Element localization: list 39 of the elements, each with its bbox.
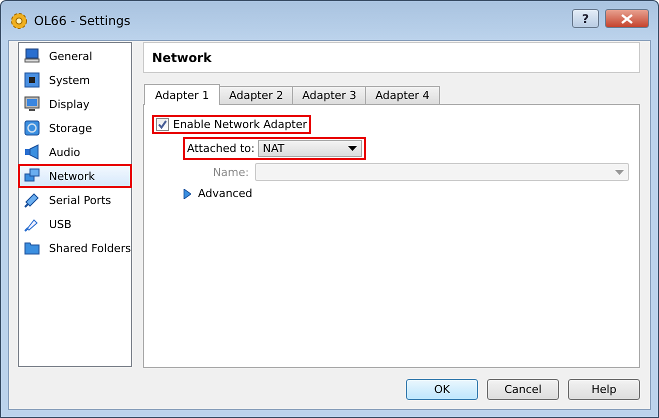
advanced-toggle[interactable]: Advanced bbox=[183, 187, 252, 200]
window-title: OL66 - Settings bbox=[34, 13, 132, 28]
close-button[interactable] bbox=[605, 9, 649, 28]
check-icon bbox=[158, 120, 167, 129]
category-icon bbox=[24, 144, 40, 160]
dialog-button[interactable]: OK bbox=[406, 379, 478, 400]
sidebar-item[interactable]: General bbox=[18, 44, 132, 68]
dropdown-arrow-icon bbox=[348, 146, 357, 151]
field-label: Attached to: bbox=[187, 142, 255, 155]
sidebar-item[interactable]: Serial Ports bbox=[18, 188, 132, 212]
category-icon bbox=[24, 168, 40, 184]
sidebar-item[interactable]: System bbox=[18, 68, 132, 92]
page-title: Network bbox=[143, 42, 640, 73]
category-icon bbox=[24, 240, 40, 256]
sidebar-item[interactable]: Storage bbox=[18, 116, 132, 140]
attached-to-dropdown[interactable]: NAT bbox=[258, 140, 362, 157]
close-icon bbox=[621, 14, 633, 24]
gear-icon bbox=[10, 12, 28, 30]
expand-arrow-icon bbox=[183, 188, 191, 198]
sidebar-item[interactable]: Shared Folders bbox=[18, 236, 132, 260]
category-icon bbox=[24, 96, 40, 112]
dropdown-arrow-icon bbox=[615, 170, 624, 174]
tab[interactable]: Adapter 4 bbox=[365, 86, 440, 104]
dialog-button[interactable]: Help bbox=[568, 379, 640, 400]
sidebar-item[interactable]: Network bbox=[18, 164, 132, 188]
sidebar-item[interactable]: Display bbox=[18, 92, 132, 116]
tab[interactable]: Adapter 2 bbox=[219, 86, 294, 104]
sidebar-item[interactable]: USB bbox=[18, 212, 132, 236]
category-icon bbox=[24, 72, 40, 88]
enable-adapter-checkbox[interactable]: Enable Network Adapter bbox=[152, 115, 312, 134]
field-label: Name: bbox=[212, 166, 249, 178]
tab[interactable]: Adapter 3 bbox=[292, 86, 366, 104]
category-icon bbox=[24, 192, 40, 208]
dialog-button[interactable]: Cancel bbox=[487, 379, 559, 400]
category-icon bbox=[24, 48, 40, 64]
category-icon bbox=[24, 120, 40, 136]
help-button[interactable]: ? bbox=[572, 9, 599, 28]
sidebar-item[interactable]: Audio bbox=[18, 140, 132, 164]
tab[interactable]: Adapter 1 bbox=[144, 84, 220, 105]
